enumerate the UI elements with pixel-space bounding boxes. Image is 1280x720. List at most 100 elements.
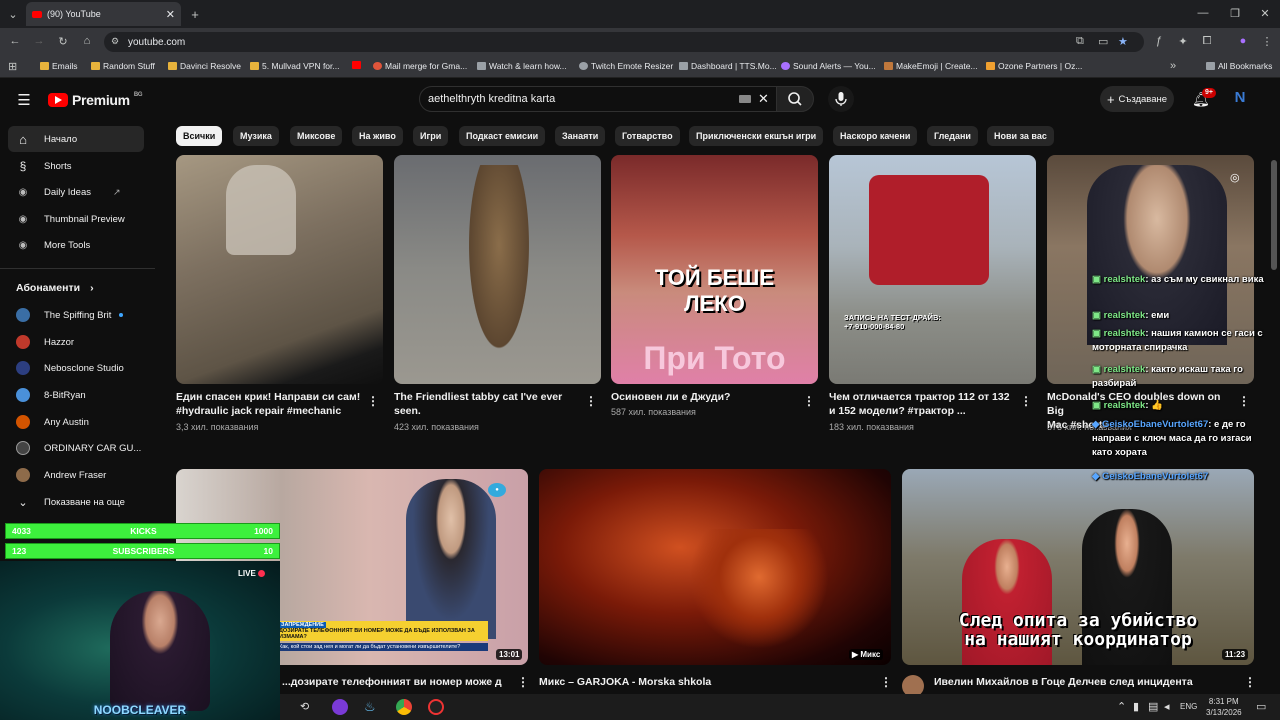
video-thumbnail[interactable]	[394, 155, 601, 384]
bookmark-sound-alerts[interactable]: Sound Alerts — You...	[781, 61, 876, 71]
clock[interactable]: 8:31 PM 3/13/2026	[1206, 696, 1242, 718]
extension-fx-icon[interactable]: ƒ	[1152, 35, 1166, 47]
all-bookmarks[interactable]: All Bookmarks	[1206, 61, 1272, 71]
chip-watched[interactable]: Гледани	[927, 126, 978, 146]
translate-icon[interactable]: ⧉	[1076, 35, 1084, 48]
steam-icon[interactable]: ♨	[364, 699, 376, 715]
bookmark-emails[interactable]: Emails	[40, 61, 78, 71]
sidebar-sub-andrew-fraser[interactable]: Andrew Fraser	[8, 462, 144, 488]
clear-search-icon[interactable]: ✕	[758, 91, 769, 107]
bookmark-youtube[interactable]	[352, 61, 361, 69]
sidebar-sub-hazzor[interactable]: Hazzor	[8, 329, 144, 355]
sidebar-item-thumbnail-preview[interactable]: ◉ Thumbnail Preview	[8, 206, 144, 232]
sidebar-sub-spiffing-brit[interactable]: The Spiffing Brit	[8, 302, 144, 328]
extensions-puzzle-icon[interactable]: ⧠	[1200, 35, 1214, 48]
bookmark-dashboard[interactable]: Dashboard | TTS.Mo...	[679, 61, 777, 71]
hamburger-menu-icon[interactable]: ☰	[16, 91, 32, 109]
chip-podcasts[interactable]: Подкаст емисии	[459, 126, 546, 146]
more-options-icon[interactable]: ⋮	[880, 675, 892, 689]
sidebar-sub-nebosclone[interactable]: Nebosclone Studio	[8, 355, 144, 381]
chip-recently-uploaded[interactable]: Наскоро качени	[833, 126, 918, 146]
more-options-icon[interactable]: ⋮	[1020, 394, 1032, 408]
language-indicator[interactable]: ENG	[1180, 702, 1197, 711]
bookmark-ozone[interactable]: Ozone Partners | Oz...	[986, 61, 1082, 71]
video-title[interactable]: Осиновен ли е Джуди?	[611, 390, 796, 404]
minimize-icon[interactable]: —	[1196, 7, 1210, 19]
forward-icon[interactable]: →	[32, 35, 46, 47]
more-options-icon[interactable]: ⋮	[585, 394, 597, 408]
create-button[interactable]: + Създаване	[1100, 86, 1174, 112]
microphone-icon[interactable]: ▮	[1133, 700, 1139, 713]
bookmark-star-icon[interactable]: ★	[1118, 35, 1128, 48]
back-icon[interactable]: ←	[8, 35, 22, 47]
youtube-premium-logo[interactable]: Premium BG	[48, 92, 143, 108]
sidebar-sub-8bitryan[interactable]: 8-BitRyan	[8, 382, 144, 408]
video-title[interactable]: ...дозирате телефонният ви номер може да	[282, 675, 502, 689]
reload-icon[interactable]: ↻	[56, 35, 70, 48]
bookmark-watch-learn[interactable]: Watch & learn how...	[477, 61, 567, 71]
chip-mixes[interactable]: Миксове	[290, 126, 343, 146]
address-bar[interactable]: ⚙ youtube.com ⧉ ▭ ★	[104, 32, 1144, 52]
video-title[interactable]: Микс – GARJOKA - Morska shkola	[539, 675, 859, 689]
chip-all[interactable]: Всички	[176, 126, 223, 146]
page-scrollbar[interactable]	[1271, 160, 1277, 270]
video-thumbnail[interactable]	[176, 155, 383, 384]
video-title[interactable]: Чем отличается трактор 112 от 132 и 152 м…	[829, 390, 1014, 418]
more-options-icon[interactable]: ⋮	[803, 394, 815, 408]
more-options-icon[interactable]: ⋮	[517, 675, 529, 689]
sidebar-sub-any-austin[interactable]: Any Austin	[8, 409, 144, 435]
home-icon[interactable]: ⌂	[80, 35, 94, 47]
window-close-icon[interactable]: ✕	[1258, 7, 1272, 20]
chip-crafts[interactable]: Занаяти	[555, 126, 606, 146]
new-tab-icon[interactable]: +	[188, 7, 202, 22]
restore-icon[interactable]: ❐	[1228, 7, 1242, 20]
video-title[interactable]: Един спасен крик! Направи си сам! #hydrau…	[176, 390, 361, 418]
bookmark-makeemoji[interactable]: MakeEmoji | Create...	[884, 61, 978, 71]
browser-menu-icon[interactable]: ⋮	[1260, 35, 1274, 48]
browser-tab[interactable]: (90) YouTube ✕	[26, 2, 181, 26]
sidebar-item-shorts[interactable]: § Shorts	[8, 153, 144, 179]
sidebar-item-home[interactable]: ⌂ Начало	[8, 126, 144, 152]
video-thumbnail[interactable]: ЗАПИСЬ НА ТЕСТ-ДРАЙВ: +7-910-000-84-80	[829, 155, 1036, 384]
bookmark-mullvad[interactable]: 5. Mullvad VPN for...	[250, 61, 339, 71]
bookmark-twitch-emote[interactable]: Twitch Emote Resizer	[579, 61, 673, 71]
taskbar-app-icon[interactable]	[332, 699, 348, 715]
network-icon[interactable]: ▤	[1148, 700, 1158, 713]
more-options-icon[interactable]: ⋮	[1244, 675, 1256, 689]
cast-icon[interactable]: ▭	[1098, 35, 1108, 48]
bookmark-random-stuff[interactable]: Random Stuff	[91, 61, 155, 71]
video-thumbnail[interactable]: ТОЙ БЕШЕ ЛЕКО При Тото	[611, 155, 818, 384]
search-input[interactable]: aethelthryth kreditna karta ✕	[419, 86, 777, 112]
keyboard-icon[interactable]	[739, 95, 751, 103]
chip-live[interactable]: На живо	[352, 126, 403, 146]
video-title[interactable]: The Friendliest tabby cat I've ever seen.	[394, 390, 579, 418]
video-thumbnail[interactable]: След опита за убийство на нашият координа…	[902, 469, 1254, 665]
chip-cooking[interactable]: Готварство	[615, 126, 680, 146]
more-options-icon[interactable]: ⋮	[367, 394, 379, 408]
notification-center-icon[interactable]: ▭	[1256, 700, 1266, 713]
extension-icon[interactable]: ✦	[1176, 35, 1190, 48]
site-info-icon[interactable]: ⚙	[111, 36, 119, 47]
volume-icon[interactable]: ◂	[1164, 700, 1170, 713]
apps-grid-icon[interactable]: ⊞	[8, 60, 17, 73]
search-button[interactable]	[776, 86, 814, 112]
bookmark-mail-merge[interactable]: Mail merge for Gma...	[373, 61, 467, 71]
sidebar-item-more-tools[interactable]: ◉ More Tools	[8, 232, 144, 258]
account-avatar[interactable]: N	[1230, 89, 1250, 109]
subscriptions-heading[interactable]: Абонаменти ›	[16, 282, 94, 294]
sidebar-show-more[interactable]: ⌄ Показване на още	[8, 489, 144, 515]
tray-chevron-icon[interactable]: ⌃	[1117, 700, 1126, 713]
sidebar-item-daily-ideas[interactable]: ◉ Daily Ideas ↗	[8, 179, 144, 205]
video-title[interactable]: Ивелин Михайлов в Гоце Делчев след инцид…	[934, 675, 1234, 689]
bookmark-davinci[interactable]: Davinci Resolve	[168, 61, 241, 71]
voice-search-button[interactable]	[828, 86, 854, 112]
more-bookmarks-icon[interactable]: »	[1170, 60, 1176, 72]
taskbar-app-icon[interactable]	[428, 699, 444, 715]
chrome-icon[interactable]	[396, 699, 412, 715]
chip-music[interactable]: Музика	[233, 126, 279, 146]
tab-search-icon[interactable]: ⌄	[6, 8, 20, 21]
chip-gaming[interactable]: Игри	[413, 126, 449, 146]
close-tab-icon[interactable]: ✕	[166, 8, 175, 21]
video-thumbnail[interactable]: ▶︎ Микс	[539, 469, 891, 665]
taskbar-app-icon[interactable]: ⟲	[300, 700, 309, 713]
